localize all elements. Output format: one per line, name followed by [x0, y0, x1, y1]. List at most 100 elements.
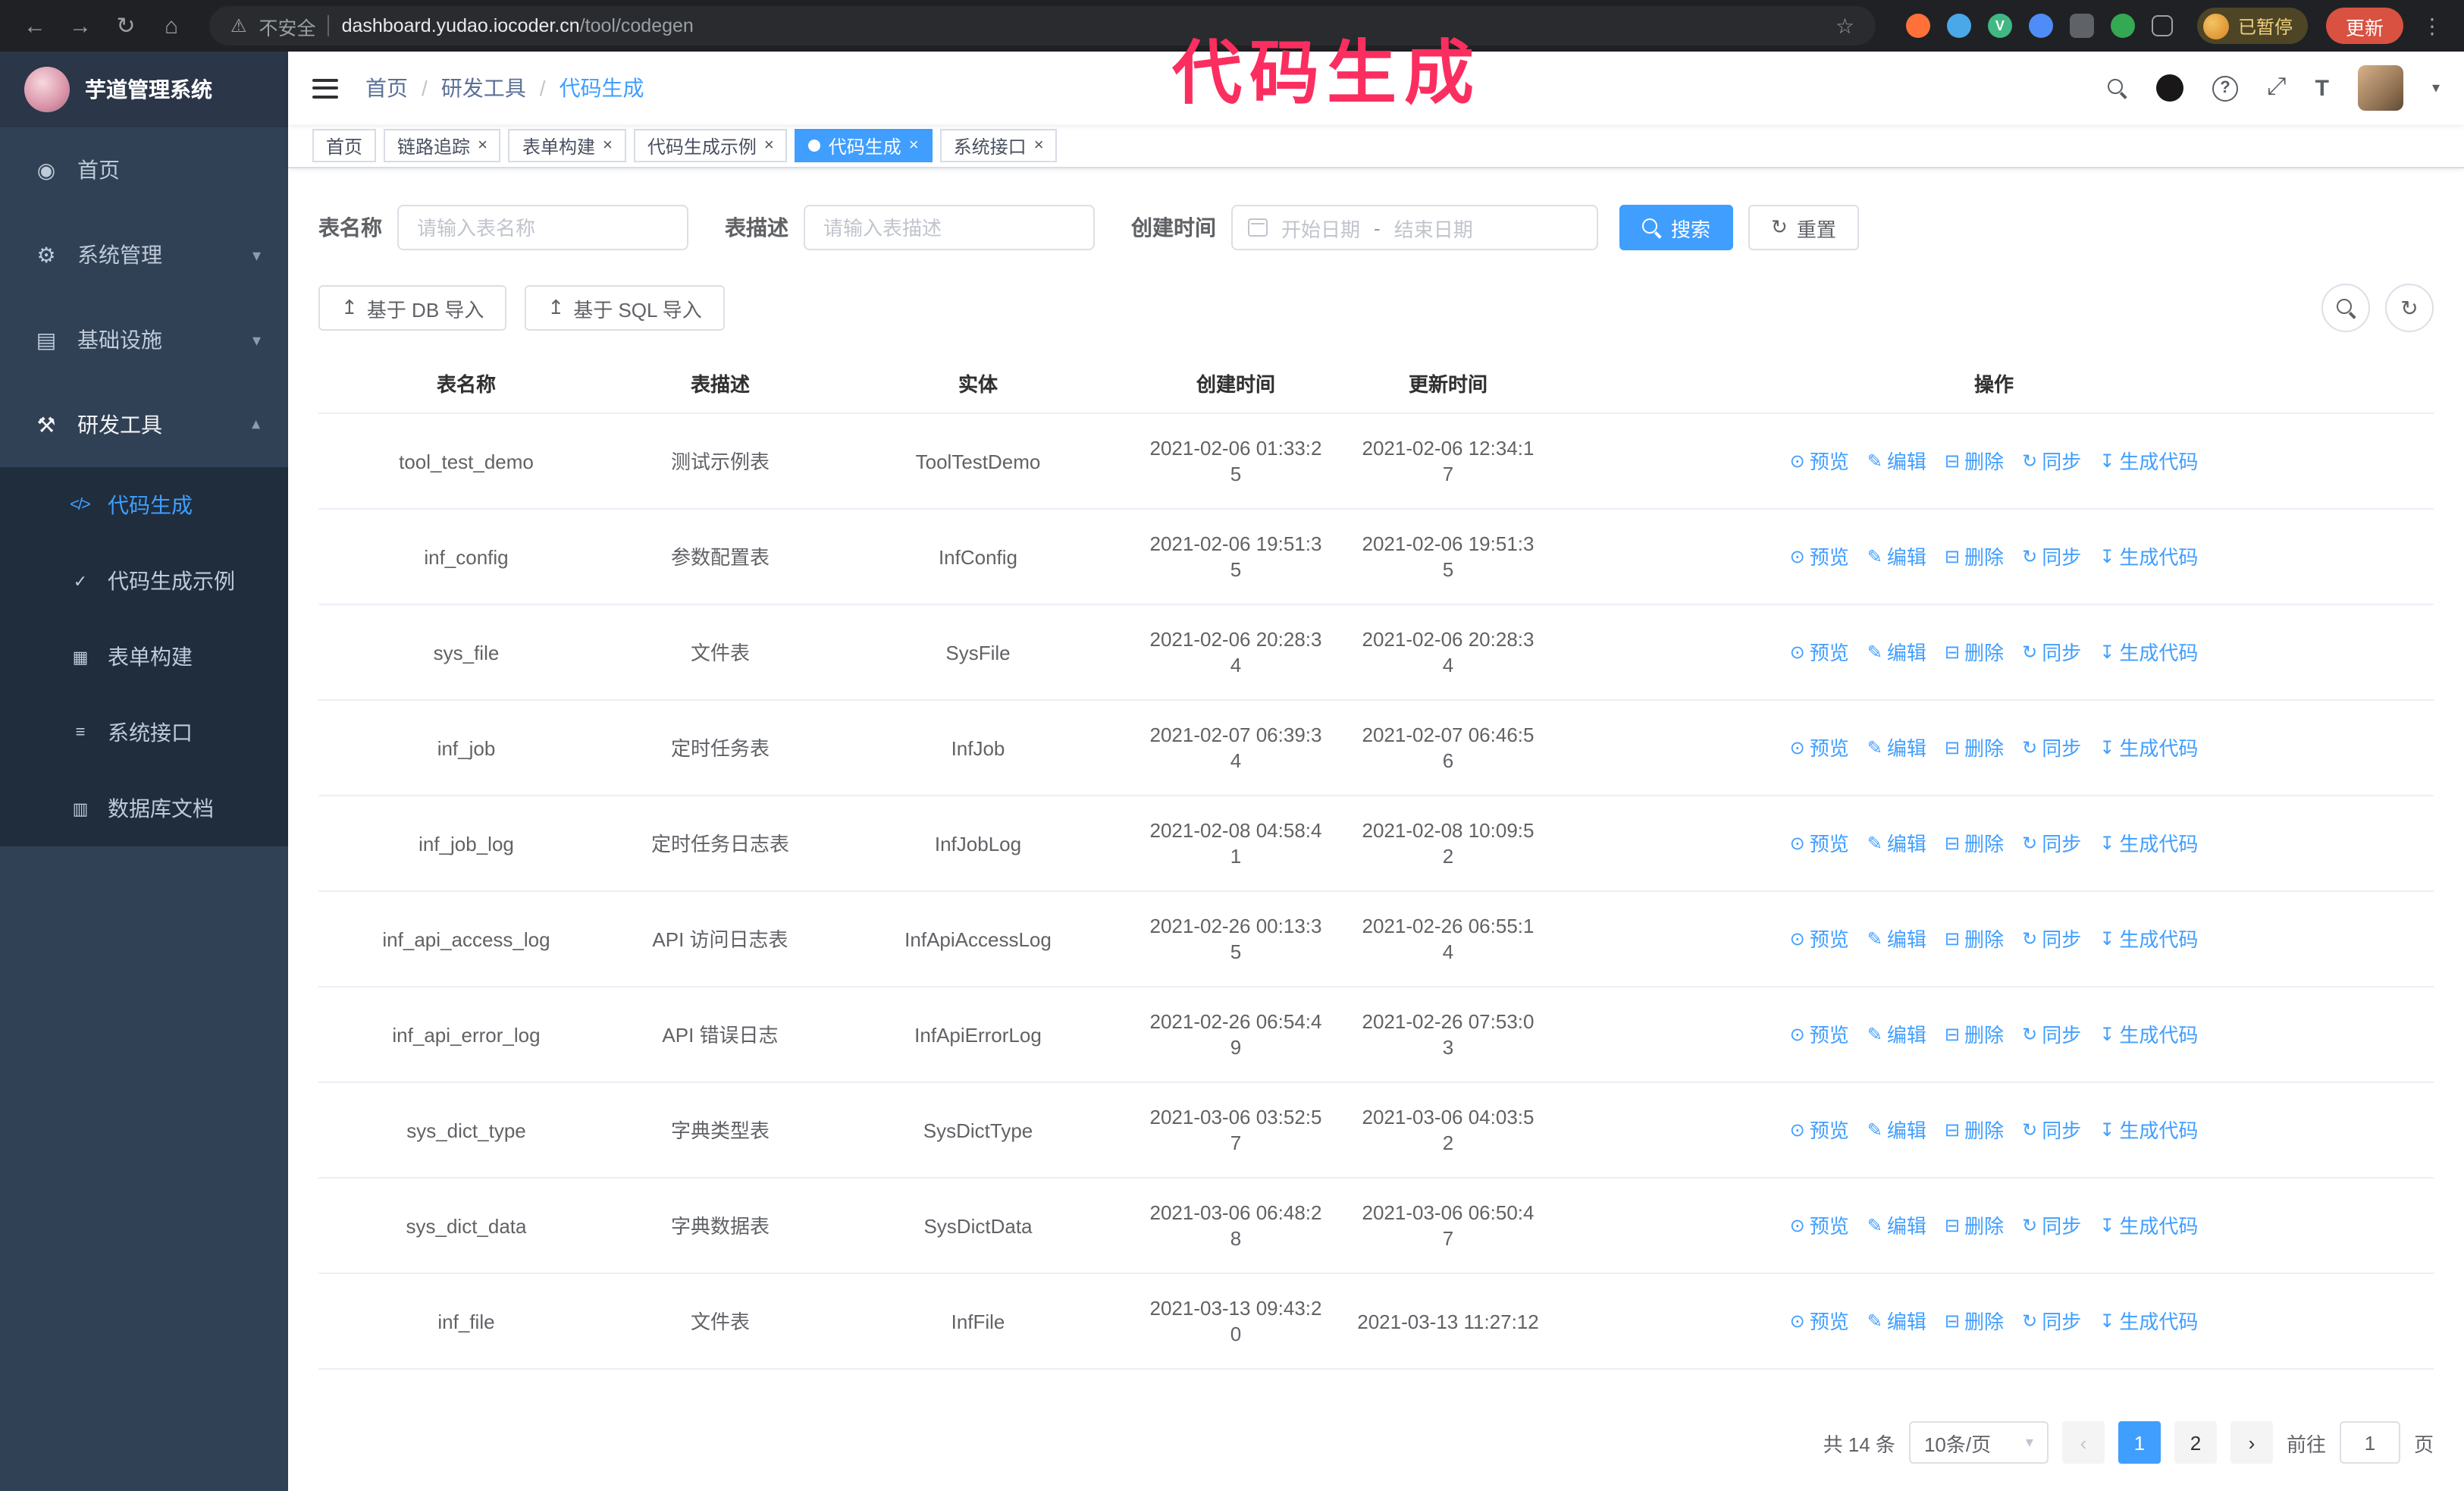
tab-5[interactable]: 代码生成 × [795, 129, 933, 163]
preview-link[interactable]: ⊙ 预览 [1790, 1213, 1849, 1239]
preview-link[interactable]: ⊙ 预览 [1790, 1309, 1849, 1335]
sync-link[interactable]: ↻ 同步 [2022, 736, 2081, 761]
github-icon[interactable] [2155, 74, 2183, 102]
table-name-input[interactable] [397, 205, 688, 250]
security-label[interactable]: 不安全 [259, 11, 316, 40]
generate-link[interactable]: ↧ 生成代码 [2099, 1022, 2198, 1048]
sidebar-item[interactable]: ◉ 首页 [0, 127, 288, 212]
extension-icon-4[interactable] [2028, 14, 2053, 38]
edit-link[interactable]: ✎ 编辑 [1867, 1213, 1926, 1239]
page-size-select[interactable]: 10条/页 ▾ [1908, 1421, 2049, 1464]
extension-icon-2[interactable] [1946, 14, 1971, 38]
delete-link[interactable]: ⊟ 删除 [1945, 545, 2004, 570]
page-button-2[interactable]: 2 [2174, 1421, 2217, 1464]
reload-icon[interactable]: ↻ [106, 12, 146, 39]
sync-link[interactable]: ↻ 同步 [2022, 927, 2081, 953]
tab-1[interactable]: 首页 [312, 129, 377, 163]
breadcrumb-tools[interactable]: 研发工具 [441, 73, 526, 103]
sidebar-subitem[interactable]: ✓ 代码生成示例 [0, 543, 288, 619]
fullscreen-icon[interactable]: ⤢ [2267, 74, 2287, 102]
sync-link[interactable]: ↻ 同步 [2022, 449, 2081, 475]
sidebar-item[interactable]: ▤ 基础设施 ▾ [0, 297, 288, 382]
close-icon[interactable]: × [909, 137, 919, 154]
next-page-button[interactable]: › [2230, 1421, 2273, 1464]
import-db-button[interactable]: ↥ 基于 DB 导入 [318, 285, 507, 331]
edit-link[interactable]: ✎ 编辑 [1867, 1118, 1926, 1144]
font-size-icon[interactable]: T [2315, 75, 2329, 101]
preview-link[interactable]: ⊙ 预览 [1790, 831, 1849, 857]
generate-link[interactable]: ↧ 生成代码 [2099, 1309, 2198, 1335]
generate-link[interactable]: ↧ 生成代码 [2099, 831, 2198, 857]
close-icon[interactable]: × [1034, 137, 1044, 154]
generate-link[interactable]: ↧ 生成代码 [2099, 640, 2198, 666]
generate-link[interactable]: ↧ 生成代码 [2099, 449, 2198, 475]
update-button[interactable]: 更新 [2325, 8, 2403, 44]
close-icon[interactable]: × [603, 137, 613, 154]
puzzle-extensions-icon[interactable] [2151, 15, 2173, 36]
user-avatar[interactable] [2357, 65, 2403, 111]
delete-link[interactable]: ⊟ 删除 [1945, 736, 2004, 761]
sync-link[interactable]: ↻ 同步 [2022, 1118, 2081, 1144]
preview-link[interactable]: ⊙ 预览 [1790, 545, 1849, 570]
back-icon[interactable]: ← [15, 13, 55, 39]
delete-link[interactable]: ⊟ 删除 [1945, 640, 2004, 666]
generate-link[interactable]: ↧ 生成代码 [2099, 545, 2198, 570]
hamburger-icon[interactable] [312, 78, 338, 99]
sync-link[interactable]: ↻ 同步 [2022, 1309, 2081, 1335]
generate-link[interactable]: ↧ 生成代码 [2099, 1118, 2198, 1144]
date-range-picker[interactable]: 开始日期 - 结束日期 [1231, 205, 1598, 250]
sidebar-item[interactable]: ⚙ 系统管理 ▾ [0, 212, 288, 297]
sync-link[interactable]: ↻ 同步 [2022, 640, 2081, 666]
search-icon[interactable] [2107, 78, 2127, 98]
preview-link[interactable]: ⊙ 预览 [1790, 1118, 1849, 1144]
chevron-down-icon[interactable]: ▾ [2432, 80, 2440, 96]
sync-link[interactable]: ↻ 同步 [2022, 1213, 2081, 1239]
tab-3[interactable]: 表单构建 × [508, 129, 626, 163]
delete-link[interactable]: ⊟ 删除 [1945, 1022, 2004, 1048]
delete-link[interactable]: ⊟ 删除 [1945, 1213, 2004, 1239]
logo[interactable]: 芋道管理系统 [0, 52, 288, 127]
preview-link[interactable]: ⊙ 预览 [1790, 449, 1849, 475]
preview-link[interactable]: ⊙ 预览 [1790, 927, 1849, 953]
extension-icon-1[interactable] [1905, 14, 1930, 38]
delete-link[interactable]: ⊟ 删除 [1945, 927, 2004, 953]
edit-link[interactable]: ✎ 编辑 [1867, 1022, 1926, 1048]
delete-link[interactable]: ⊟ 删除 [1945, 831, 2004, 857]
delete-link[interactable]: ⊟ 删除 [1945, 1309, 2004, 1335]
tab-4[interactable]: 代码生成示例 × [633, 129, 788, 163]
goto-page-input[interactable] [2339, 1421, 2400, 1464]
close-icon[interactable]: × [764, 137, 774, 154]
edit-link[interactable]: ✎ 编辑 [1867, 927, 1926, 953]
edit-link[interactable]: ✎ 编辑 [1867, 545, 1926, 570]
sidebar-subitem[interactable]: ≡ 系统接口 [0, 695, 288, 771]
reset-button[interactable]: ↻ 重置 [1748, 205, 1859, 250]
extension-icon-5[interactable] [2069, 14, 2094, 38]
preview-link[interactable]: ⊙ 预览 [1790, 1022, 1849, 1048]
vue-devtools-extension-icon[interactable]: V [1987, 14, 2012, 38]
bookmark-star-icon[interactable]: ☆ [1835, 13, 1854, 39]
browser-menu-icon[interactable]: ⋮ [2422, 13, 2443, 39]
address-bar[interactable]: ⚠ 不安全 dashboard.yudao.iocoder.cn/tool/co… [209, 6, 1876, 46]
paused-badge[interactable]: 已暂停 [2196, 8, 2308, 44]
forward-icon[interactable]: → [61, 13, 100, 39]
prev-page-button[interactable]: ‹ [2061, 1421, 2105, 1464]
edit-link[interactable]: ✎ 编辑 [1867, 1309, 1926, 1335]
tab-6[interactable]: 系统接口 × [939, 129, 1058, 163]
sync-link[interactable]: ↻ 同步 [2022, 545, 2081, 570]
generate-link[interactable]: ↧ 生成代码 [2099, 736, 2198, 761]
edit-link[interactable]: ✎ 编辑 [1867, 831, 1926, 857]
edit-link[interactable]: ✎ 编辑 [1867, 736, 1926, 761]
extension-icon-6[interactable] [2110, 14, 2135, 38]
generate-link[interactable]: ↧ 生成代码 [2099, 1213, 2198, 1239]
sidebar-item[interactable]: ⚒ 研发工具 ▾ [0, 382, 288, 467]
close-icon[interactable]: × [478, 137, 487, 154]
import-sql-button[interactable]: ↥ 基于 SQL 导入 [525, 285, 725, 331]
refresh-table-button[interactable]: ↻ [2385, 284, 2434, 332]
delete-link[interactable]: ⊟ 删除 [1945, 1118, 2004, 1144]
sidebar-subitem[interactable]: ▥ 数据库文档 [0, 771, 288, 846]
sidebar-subitem[interactable]: </> 代码生成 [0, 467, 288, 543]
sync-link[interactable]: ↻ 同步 [2022, 831, 2081, 857]
help-icon[interactable]: ? [2212, 75, 2238, 102]
search-button[interactable]: 搜索 [1619, 205, 1734, 250]
edit-link[interactable]: ✎ 编辑 [1867, 640, 1926, 666]
